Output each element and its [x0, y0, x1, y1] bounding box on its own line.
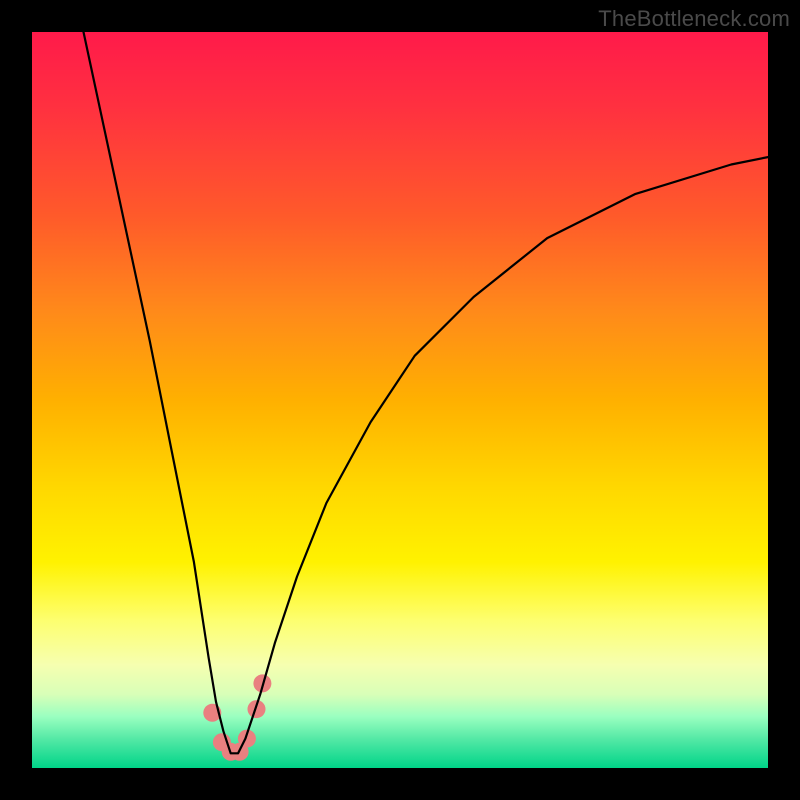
- marker-dot: [222, 743, 240, 761]
- marker-dot: [253, 674, 271, 692]
- marker-dot: [231, 743, 249, 761]
- watermark-text: TheBottleneck.com: [598, 6, 790, 32]
- chart-frame: TheBottleneck.com: [0, 0, 800, 800]
- marker-dot: [238, 730, 256, 748]
- marker-dot: [213, 733, 231, 751]
- marker-dot: [248, 700, 266, 718]
- marker-dot: [203, 704, 221, 722]
- plot-area: [32, 32, 768, 768]
- curve-svg: [32, 32, 768, 768]
